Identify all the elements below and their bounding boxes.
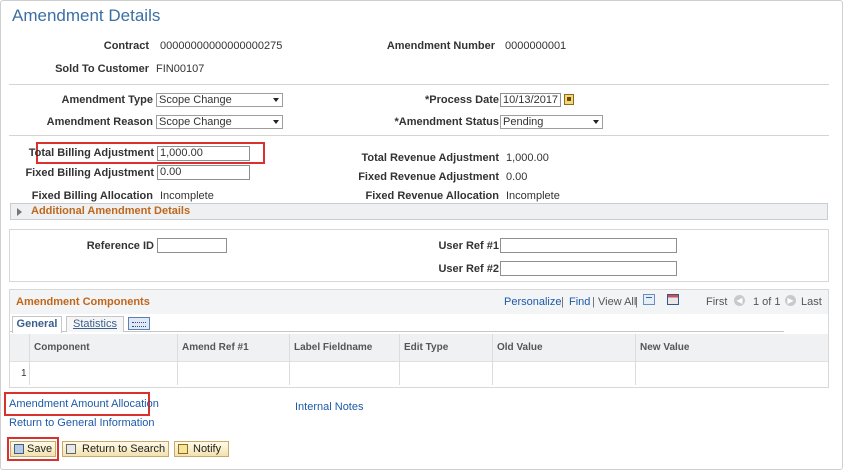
notify-icon — [178, 444, 188, 454]
table-cell — [290, 361, 400, 385]
first-link[interactable]: First — [706, 296, 727, 308]
fixed-billing-alloc-value: Incomplete — [160, 190, 214, 202]
col-label-fieldname: Label Fieldname — [290, 334, 400, 361]
amendment-type-label: Amendment Type — [61, 94, 153, 106]
col-new-value: New Value — [636, 334, 828, 361]
dropdown-arrow-icon — [593, 120, 599, 124]
reference-panel — [9, 229, 829, 282]
nav-separator: | — [592, 296, 595, 308]
grid-title: Amendment Components — [16, 296, 150, 308]
last-link[interactable]: Last — [801, 296, 822, 308]
return-icon — [66, 444, 76, 454]
amendment-allocation-link[interactable]: Amendment Amount Allocation — [9, 398, 159, 410]
show-all-columns-icon[interactable] — [128, 317, 150, 330]
amendment-number-label: Amendment Number — [386, 40, 495, 52]
download-excel-icon[interactable] — [667, 294, 679, 305]
amendment-reason-label: Amendment Reason — [46, 116, 153, 128]
return-to-search-button[interactable]: Return to Search — [62, 441, 169, 457]
row-number-header — [10, 334, 30, 361]
divider — [9, 135, 829, 136]
reference-id-input[interactable] — [157, 238, 227, 253]
col-edit-type: Edit Type — [400, 334, 493, 361]
expand-triangle-icon — [17, 208, 22, 216]
contract-label: Contract — [103, 40, 149, 52]
table-cell — [30, 361, 178, 385]
page-title: Amendment Details — [12, 6, 161, 25]
total-billing-input[interactable]: 1,000.00 — [157, 146, 250, 161]
user-ref1-label: User Ref #1 — [438, 240, 499, 252]
fixed-billing-input[interactable]: 0.00 — [157, 165, 250, 180]
amendment-reason-value: Scope Change — [159, 116, 232, 128]
table-cell — [400, 361, 493, 385]
table-cell — [178, 361, 290, 385]
return-general-link[interactable]: Return to General Information — [9, 417, 155, 429]
total-billing-label: Total Billing Adjustment — [28, 147, 154, 159]
additional-details-title: Additional Amendment Details — [31, 205, 191, 217]
internal-notes-link[interactable]: Internal Notes — [295, 401, 363, 413]
amendment-type-select[interactable]: Scope Change — [156, 93, 283, 107]
amendment-status-label: *Amendment Status — [394, 116, 499, 128]
fixed-revenue-alloc-label: Fixed Revenue Allocation — [365, 190, 499, 202]
previous-icon[interactable]: ◀ — [734, 295, 745, 306]
sold-to-label: Sold To Customer — [55, 63, 149, 75]
nav-separator: | — [561, 296, 564, 308]
fixed-revenue-alloc-value: Incomplete — [506, 190, 560, 202]
additional-details-section[interactable]: Additional Amendment Details — [10, 203, 828, 220]
show-all-columns-icon-lines — [132, 322, 146, 327]
fixed-revenue-label: Fixed Revenue Adjustment — [358, 171, 499, 183]
col-amend-ref1: Amend Ref #1 — [178, 334, 290, 361]
row-number: 1 — [10, 361, 30, 385]
table-cell — [636, 361, 828, 385]
user-ref2-label: User Ref #2 — [438, 263, 499, 275]
total-revenue-label: Total Revenue Adjustment — [361, 152, 499, 164]
contract-value: 00000000000000000275 — [160, 40, 283, 52]
zoom-grid-icon-line — [646, 297, 652, 298]
amendment-type-value: Scope Change — [159, 94, 232, 106]
amendment-number-value: 0000000001 — [505, 40, 567, 52]
save-button[interactable]: Save — [10, 441, 56, 457]
fixed-billing-label: Fixed Billing Adjustment — [25, 167, 154, 179]
total-revenue-value: 1,000.00 — [506, 152, 549, 164]
nav-separator: | — [635, 296, 638, 308]
user-ref1-input[interactable] — [500, 238, 677, 253]
tab-statistics[interactable]: Statistics — [66, 316, 124, 332]
table-cell — [493, 361, 636, 385]
notify-button[interactable]: Notify — [174, 441, 229, 457]
return-to-search-label: Return to Search — [82, 443, 166, 455]
col-component: Component — [30, 334, 178, 361]
process-date-input[interactable]: 10/13/2017 — [500, 93, 561, 107]
process-date-label: *Process Date — [425, 94, 499, 106]
calendar-icon[interactable] — [564, 94, 574, 105]
range-text: 1 of 1 — [753, 296, 781, 308]
reference-id-label: Reference ID — [86, 240, 154, 252]
fixed-billing-alloc-label: Fixed Billing Allocation — [31, 190, 153, 202]
tab-general[interactable]: General — [12, 316, 62, 333]
view-all-link[interactable]: View All — [598, 296, 636, 308]
divider — [9, 84, 829, 85]
find-link[interactable]: Find — [569, 296, 590, 308]
personalize-link[interactable]: Personalize — [504, 296, 561, 308]
amendment-status-value: Pending — [503, 116, 544, 128]
amendment-status-select[interactable]: Pending — [500, 115, 603, 129]
zoom-grid-icon[interactable] — [643, 294, 655, 305]
save-label: Save — [27, 443, 53, 455]
notify-label: Notify — [193, 443, 222, 455]
user-ref2-input[interactable] — [500, 261, 677, 276]
sold-to-value: FIN00107 — [156, 63, 205, 75]
calendar-icon-grid — [567, 97, 571, 101]
dropdown-arrow-icon — [273, 120, 279, 124]
col-old-value: Old Value — [493, 334, 636, 361]
dropdown-arrow-icon — [273, 98, 279, 102]
save-icon — [14, 444, 24, 454]
amendment-reason-select[interactable]: Scope Change — [156, 115, 283, 129]
next-icon[interactable]: ▶ — [785, 295, 796, 306]
fixed-revenue-value: 0.00 — [506, 171, 528, 183]
tab-baseline — [10, 331, 784, 332]
